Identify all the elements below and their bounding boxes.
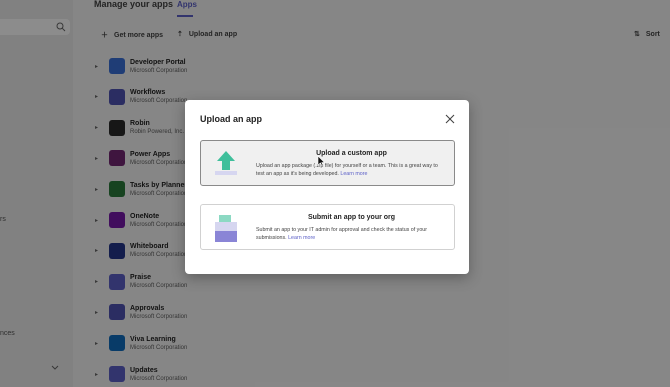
- mouse-cursor-icon: [317, 155, 325, 167]
- submit-app-to-org-option[interactable]: Submit an app to your org Submit an app …: [200, 204, 455, 250]
- upload-illustration-icon: [215, 151, 237, 175]
- submit-app-title: Submit an app to your org: [307, 214, 396, 221]
- upload-app-dialog: Upload an app Upload a custom app Upload…: [185, 100, 469, 274]
- learn-more-link[interactable]: Learn more: [340, 171, 367, 177]
- submit-app-description: Submit an app to your IT admin for appro…: [256, 227, 446, 242]
- close-icon[interactable]: [445, 114, 455, 124]
- submit-app-desc-text: Submit an app to your IT admin for appro…: [256, 227, 427, 241]
- upload-custom-app-title: Upload a custom app: [316, 150, 387, 157]
- upload-custom-app-description: Upload an app package (.zip file) for yo…: [256, 163, 446, 178]
- dialog-title: Upload an app: [200, 114, 263, 124]
- submit-illustration-icon: [215, 215, 237, 242]
- upload-custom-app-option[interactable]: Upload a custom app Upload an app packag…: [200, 140, 455, 186]
- learn-more-link[interactable]: Learn more: [288, 235, 315, 241]
